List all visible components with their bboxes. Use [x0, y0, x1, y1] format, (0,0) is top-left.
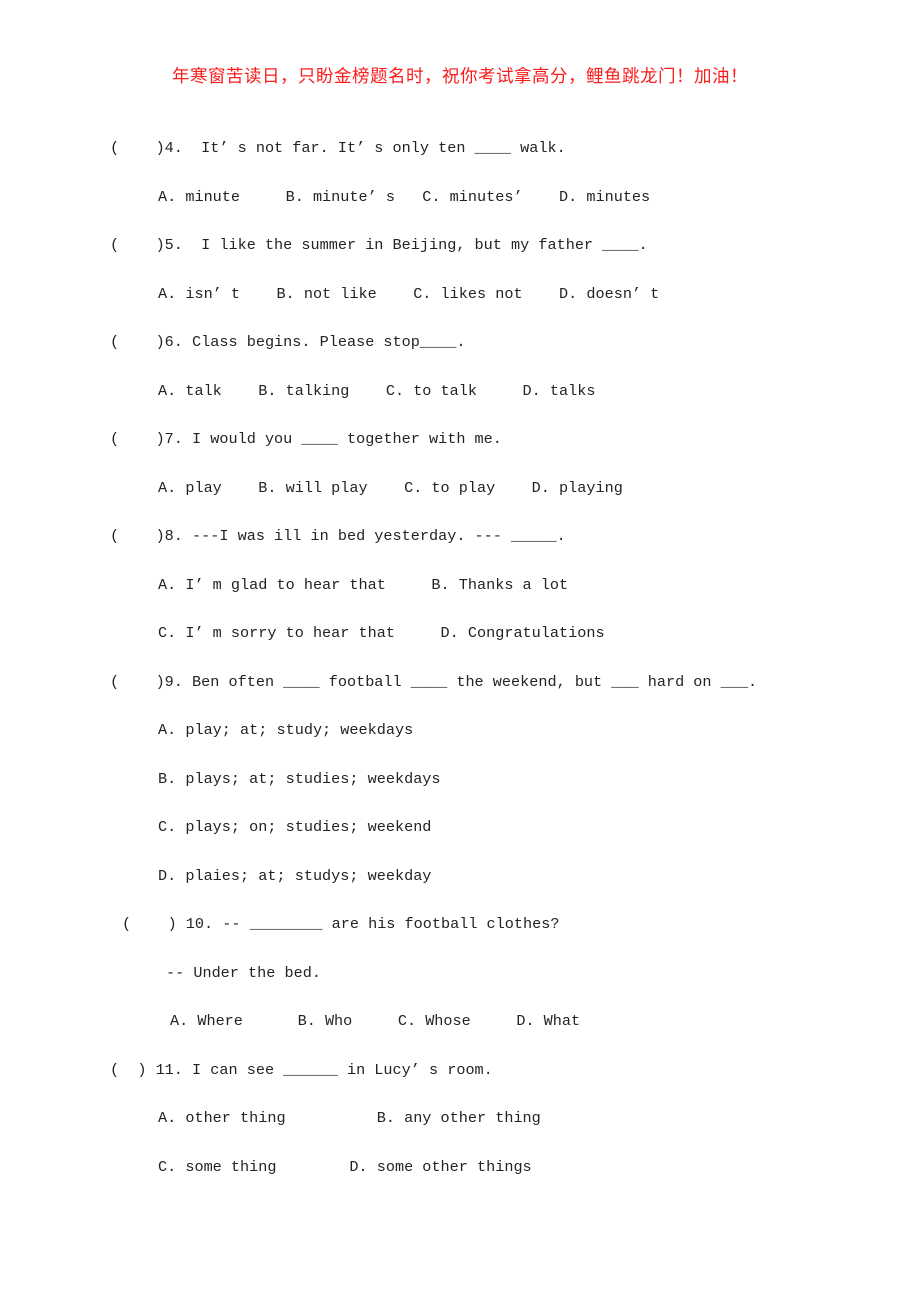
question-stem: ( )7. I would you ____ together with me.: [110, 430, 502, 448]
question-dialogue-reply: -- Under the bed.: [166, 963, 321, 982]
document-page: 年寒窗苦读日，只盼金榜题名时，祝你考试拿高分，鲤鱼跳龙门！加油！ ( )4. I…: [0, 0, 920, 1303]
question-options-row[interactable]: C. some thing D. some other things: [158, 1143, 850, 1192]
question-stem: ( ) 11. I can see ______ in Lucy’ s room…: [110, 1060, 493, 1079]
question-options-row[interactable]: C. plays; on; studies; weekend: [158, 803, 850, 852]
question-options-row[interactable]: A. Where B. Who C. Whose D. What: [170, 997, 850, 1046]
question-stem: ( )5. I like the summer in Beijing, but …: [110, 236, 648, 254]
question-item-7: ( )7. I would you ____ together with me.…: [110, 415, 850, 512]
question-options-row[interactable]: A. play B. will play C. to play D. playi…: [158, 464, 850, 513]
multiple-choice-question-list: ( )4. It’ s not far. It’ s only ten ____…: [110, 124, 850, 1191]
question-stem: ( )8. ---I was ill in bed yesterday. ---…: [110, 527, 566, 545]
motivational-banner: 年寒窗苦读日，只盼金榜题名时，祝你考试拿高分，鲤鱼跳龙门！加油！: [172, 67, 748, 87]
question-options-row[interactable]: A. other thing B. any other thing: [158, 1094, 850, 1143]
question-item-5: ( )5. I like the summer in Beijing, but …: [110, 221, 850, 318]
question-options-row[interactable]: A. minute B. minute’ s C. minutes’ D. mi…: [158, 173, 850, 222]
question-options-row[interactable]: C. I’ m sorry to hear that D. Congratula…: [158, 609, 850, 658]
question-stem: ( )4. It’ s not far. It’ s only ten ____…: [110, 139, 566, 157]
question-options-row[interactable]: A. talk B. talking C. to talk D. talks: [158, 367, 850, 416]
question-options-row[interactable]: B. plays; at; studies; weekdays: [158, 755, 850, 804]
question-stem: ( )6. Class begins. Please stop____.: [110, 333, 466, 351]
question-stem: ( )9. Ben often ____ football ____ the w…: [110, 672, 758, 691]
question-options-row[interactable]: A. I’ m glad to hear that B. Thanks a lo…: [158, 561, 850, 610]
question-item-10: ( ) 10. -- ________ are his football clo…: [110, 900, 850, 1046]
question-item-11: ( ) 11. I can see ______ in Lucy’ s room…: [110, 1046, 850, 1192]
question-item-9: ( )9. Ben often ____ football ____ the w…: [110, 658, 850, 901]
question-options-row[interactable]: D. plaies; at; studys; weekday: [158, 852, 850, 901]
question-options-row[interactable]: A. play; at; study; weekdays: [158, 706, 850, 755]
question-item-4: ( )4. It’ s not far. It’ s only ten ____…: [110, 124, 850, 221]
question-options-row[interactable]: A. isn’ t B. not like C. likes not D. do…: [158, 270, 850, 319]
question-item-6: ( )6. Class begins. Please stop____. A. …: [110, 318, 850, 415]
question-stem: ( ) 10. -- ________ are his football clo…: [122, 915, 560, 933]
question-item-8: ( )8. ---I was ill in bed yesterday. ---…: [110, 512, 850, 658]
